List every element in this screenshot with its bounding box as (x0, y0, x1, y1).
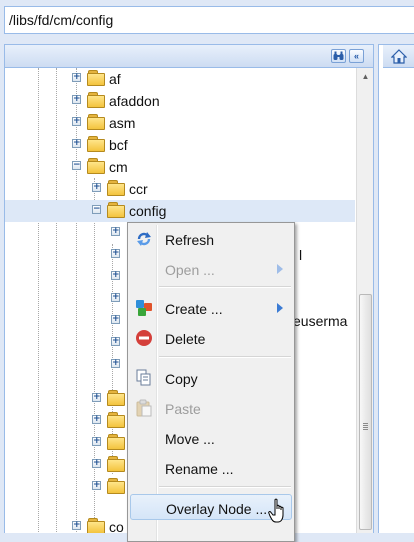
folder-icon (107, 390, 125, 406)
collapse-icon[interactable]: − (92, 205, 101, 214)
double-chevron-left-icon: « (353, 51, 359, 61)
folder-icon (87, 92, 105, 108)
create-node-icon (136, 300, 152, 316)
expand-icon[interactable]: + (72, 117, 81, 126)
menu-item-label: Move ... (165, 431, 215, 447)
tree-node-afaddon[interactable]: + afaddon (5, 90, 355, 112)
hand-pointer-icon (268, 498, 284, 523)
menu-item-label: Delete (165, 331, 206, 347)
tree-node-label: config (129, 203, 167, 219)
expand-icon[interactable]: + (92, 415, 101, 424)
expand-icon[interactable]: + (111, 249, 120, 258)
menu-item-delete[interactable]: Delete (130, 325, 292, 351)
tree-node-asm[interactable]: + asm (5, 112, 355, 134)
copy-icon (136, 369, 151, 386)
expand-icon[interactable]: + (111, 315, 120, 324)
scrollbar-thumb[interactable] (359, 294, 372, 530)
expand-icon[interactable]: + (92, 393, 101, 402)
folder-icon (107, 202, 125, 218)
delete-icon (136, 330, 152, 346)
collapse-panel-button[interactable]: « (349, 49, 364, 63)
folder-icon (107, 412, 125, 428)
tree-node-label: co (109, 519, 124, 533)
menu-item-label: Rename ... (165, 461, 234, 477)
expand-icon[interactable]: + (72, 95, 81, 104)
menu-item-label: Refresh (165, 232, 215, 248)
tree-node-bcf[interactable]: + bcf (5, 134, 355, 156)
context-menu: Refresh Open ... Create ... Delete Copy (127, 222, 295, 542)
path-input[interactable] (4, 6, 414, 34)
expand-icon[interactable]: + (92, 459, 101, 468)
expand-icon[interactable]: + (92, 183, 101, 192)
expand-icon[interactable]: + (72, 139, 81, 148)
menu-item-rename[interactable]: Rename ... (130, 455, 292, 481)
menu-item-refresh[interactable]: Refresh (130, 226, 292, 252)
tree-node-config[interactable]: − config (5, 200, 355, 222)
expand-icon[interactable]: + (92, 437, 101, 446)
menu-item-label: Create ... (165, 301, 223, 317)
folder-icon (107, 434, 125, 450)
folder-icon (107, 180, 125, 196)
folder-icon (87, 70, 105, 86)
menu-item-copy[interactable]: Copy (130, 365, 292, 391)
path-bar (0, 0, 414, 40)
expand-icon[interactable]: + (111, 337, 120, 346)
folder-icon (87, 518, 105, 533)
tree-node-label-partial: euserma (293, 313, 348, 329)
expand-icon[interactable]: + (111, 227, 120, 236)
menu-separator (159, 356, 291, 358)
menu-item-label: Open ... (165, 262, 215, 278)
tree-scrollbar[interactable]: ▲ (356, 68, 373, 533)
folder-icon (107, 478, 125, 494)
menu-item-paste[interactable]: Paste (130, 395, 292, 421)
folder-icon (87, 114, 105, 130)
tree-node-label: af (109, 71, 121, 87)
menu-item-label: Paste (165, 401, 201, 417)
scroll-up-arrow-icon[interactable]: ▲ (357, 68, 373, 85)
menu-item-label: Copy (165, 371, 198, 387)
expand-icon[interactable]: + (111, 293, 120, 302)
submenu-arrow-icon (277, 303, 283, 313)
collapse-icon[interactable]: − (72, 161, 81, 170)
submenu-arrow-icon (277, 264, 283, 274)
tree-node-ccr[interactable]: + ccr (5, 178, 355, 200)
expand-icon[interactable]: + (72, 521, 81, 530)
tree-node-label: ccr (129, 181, 148, 197)
properties-panel-tab[interactable] (383, 45, 414, 68)
folder-icon (87, 158, 105, 174)
tree-node-label: cm (109, 159, 128, 175)
menu-separator (159, 486, 291, 488)
paste-icon (136, 399, 152, 417)
expand-icon[interactable]: + (111, 359, 120, 368)
tree-node-cm[interactable]: − cm (5, 156, 355, 178)
find-button[interactable] (331, 49, 346, 63)
menu-item-move[interactable]: Move ... (130, 425, 292, 451)
menu-item-create[interactable]: Create ... (130, 295, 292, 321)
expand-icon[interactable]: + (111, 271, 120, 280)
tree-node-af[interactable]: + af (5, 68, 355, 90)
expand-icon[interactable]: + (92, 481, 101, 490)
folder-icon (107, 456, 125, 472)
tree-node-label: afaddon (109, 93, 160, 109)
tree-node-label: bcf (109, 137, 128, 153)
menu-item-open[interactable]: Open ... (130, 256, 292, 282)
home-icon (391, 49, 407, 64)
folder-icon (87, 136, 105, 152)
tree-node-label: asm (109, 115, 136, 131)
refresh-icon (137, 232, 151, 246)
tree-node-label-partial: l (299, 247, 303, 263)
tree-panel-header: « (5, 45, 373, 68)
properties-panel (378, 44, 414, 533)
menu-item-label: Overlay Node ... (166, 501, 268, 517)
binoculars-icon (333, 51, 344, 60)
menu-separator (159, 286, 291, 288)
expand-icon[interactable]: + (72, 73, 81, 82)
